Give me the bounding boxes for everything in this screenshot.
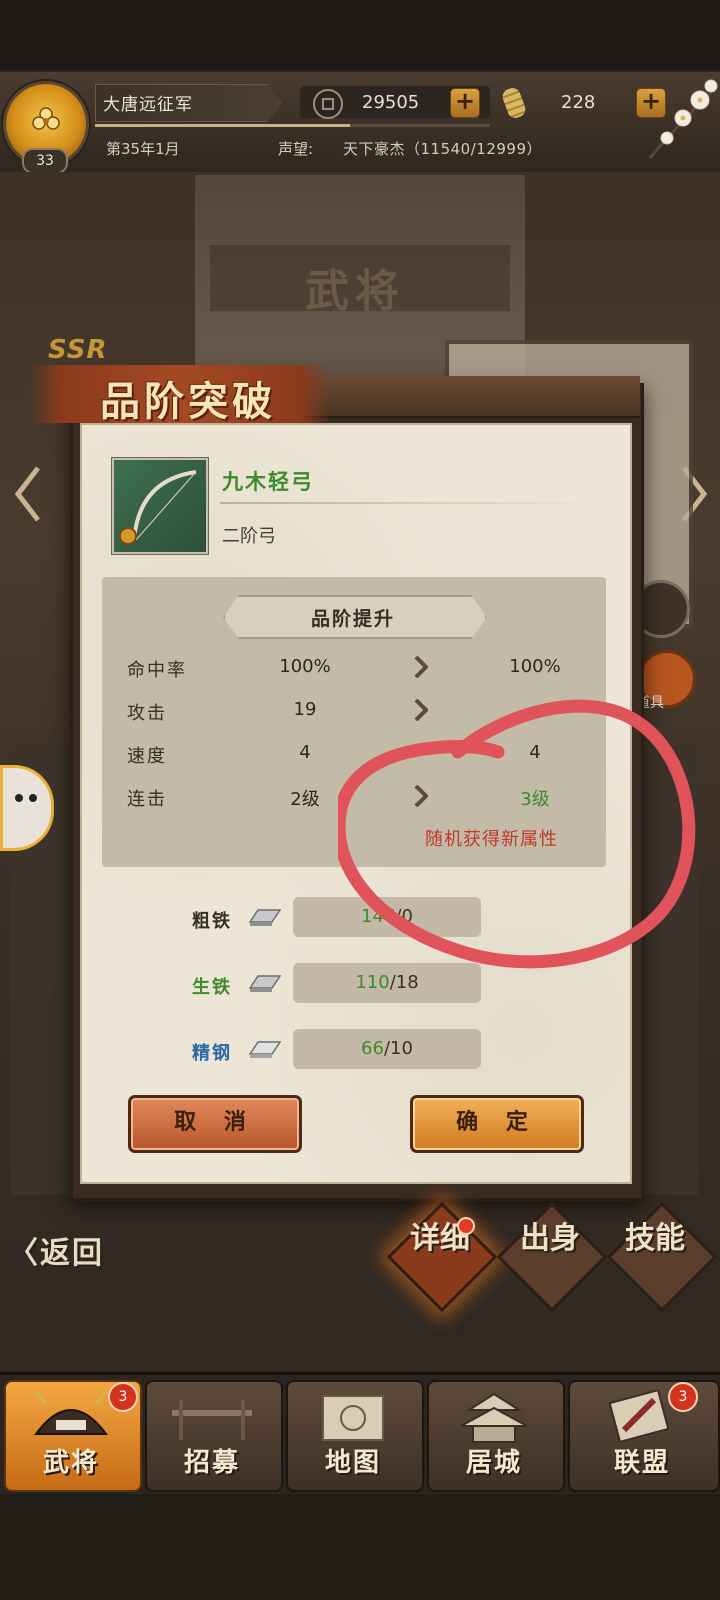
gold-amount: 29505	[362, 92, 420, 113]
system-navigation-area	[0, 1494, 720, 1600]
iron-ingot-icon	[248, 909, 282, 926]
skill-tab[interactable]: 技能	[605, 1222, 705, 1256]
chevron-right-icon	[414, 656, 428, 678]
panda-eye-icon	[29, 794, 37, 802]
dialog-title: 品阶突破	[100, 378, 276, 425]
stat-before: 100%	[279, 656, 331, 677]
fame-value: 天下豪杰（11540/12999）	[343, 140, 542, 158]
ticket-amount: 228	[561, 92, 596, 113]
material-label: 精钢	[192, 1043, 232, 1064]
material-need: 18	[395, 972, 419, 993]
material-need: 10	[390, 1038, 413, 1059]
material-label: 粗铁	[192, 911, 232, 932]
stat-label: 命中率	[127, 660, 187, 681]
steel-ingot-icon	[248, 1041, 282, 1058]
item-grade: 二阶弓	[222, 526, 276, 547]
stat-before: 4	[299, 742, 311, 763]
prev-hero-arrow-icon[interactable]	[12, 464, 42, 524]
nav-label: 招募	[183, 1448, 240, 1478]
annotation-circle	[338, 699, 696, 969]
material-have: 110	[355, 972, 390, 993]
stat-after: 100%	[509, 656, 561, 677]
sword-rack-icon	[172, 1400, 252, 1440]
stat-label: 连击	[127, 789, 167, 810]
material-count: 110/18	[293, 972, 481, 993]
material-have: 66	[361, 1038, 384, 1059]
crest-icon	[32, 107, 60, 130]
background-title: 武将	[305, 266, 405, 317]
notification-dot	[457, 1217, 475, 1235]
army-name: 大唐远征军	[103, 95, 193, 115]
pig-iron-icon	[248, 975, 282, 992]
nav-label: 居城	[465, 1448, 522, 1478]
fame-label: 声望:	[278, 140, 314, 158]
back-button[interactable]: 〈返回	[8, 1228, 104, 1272]
fame-progress-fill	[95, 124, 350, 127]
stat-before: 19	[293, 699, 317, 720]
add-gold-button[interactable]: +	[450, 88, 480, 118]
item-name: 九木轻弓	[222, 469, 314, 494]
panda-eye-icon	[15, 794, 23, 802]
stat-label: 速度	[127, 746, 167, 767]
player-level-badge: 33	[22, 148, 68, 174]
material-label: 生铁	[192, 977, 232, 998]
game-date: 第35年1月	[106, 140, 180, 158]
bow-item-icon	[112, 458, 208, 554]
castle-icon	[460, 1392, 528, 1443]
confirm-button[interactable]: 确 定	[410, 1095, 584, 1153]
origin-tab[interactable]: 出身	[500, 1222, 600, 1256]
nav-label: 地图	[324, 1448, 381, 1478]
nav-badge: 3	[108, 1382, 138, 1412]
cancel-button[interactable]: 取 消	[128, 1095, 302, 1153]
samurai-helmet-icon	[34, 1390, 108, 1435]
nav-badge: 3	[668, 1382, 698, 1412]
item-name-divider	[220, 502, 600, 504]
rarity-label: SSR	[48, 335, 108, 365]
stats-header: 品阶提升	[310, 608, 395, 630]
stat-label: 攻击	[127, 703, 167, 724]
blossom-decoration-icon	[648, 79, 718, 159]
material-count: 66/10	[293, 1038, 481, 1059]
bow-icon	[119, 470, 197, 545]
nav-label: 武将	[42, 1448, 99, 1478]
scroll-map-icon	[322, 1395, 384, 1441]
nav-label: 联盟	[613, 1448, 670, 1478]
stat-before: 2级	[290, 789, 320, 810]
gold-coin-icon	[313, 89, 343, 119]
detail-tab[interactable]: 详细	[390, 1222, 490, 1256]
system-status-bar	[0, 0, 720, 70]
